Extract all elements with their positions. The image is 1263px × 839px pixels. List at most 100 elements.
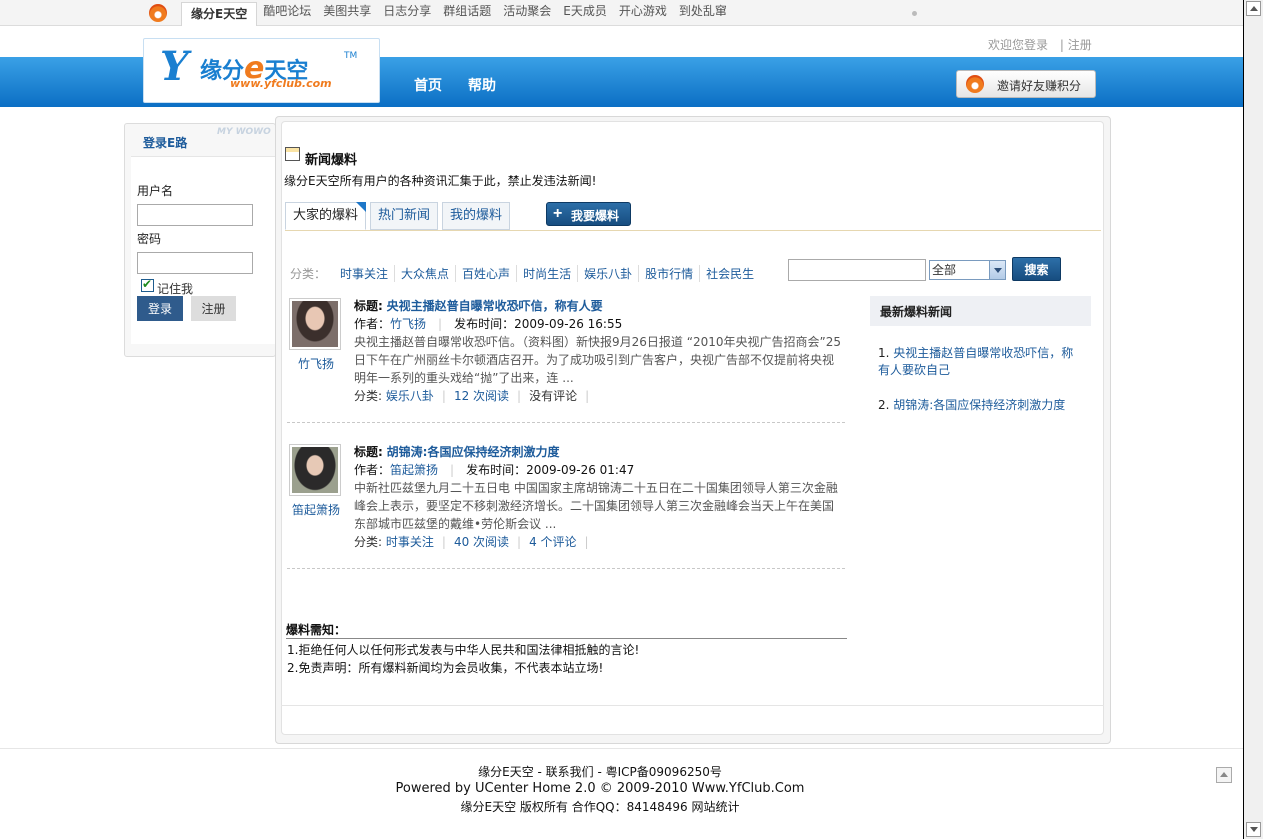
page-description: 缘分E天空所有用户的各种资讯汇集于此，禁止发违法新闻! xyxy=(284,174,597,188)
category-link[interactable]: 百姓心声 xyxy=(455,265,516,282)
plus-icon: + xyxy=(553,205,563,222)
back-to-top-icon[interactable] xyxy=(1216,767,1232,783)
news-title-link[interactable]: 胡锦涛:各国应保持经济刺激力度 xyxy=(387,445,560,459)
chevron-down-icon xyxy=(989,261,1005,279)
scroll-down-icon[interactable] xyxy=(1246,822,1261,837)
latest-news-header: 最新爆料新闻 xyxy=(870,296,1091,326)
comment-count: 没有评论 xyxy=(529,389,578,403)
logo-swoosh-icon: Y xyxy=(160,43,189,90)
top-tab-members[interactable]: E天成员 xyxy=(557,0,613,24)
latest-news-list: 1. 央视主播赵普自曝常收恐吓信，称有人要砍自己 2. 胡锦涛:各国应保持经济刺… xyxy=(878,345,1083,432)
tab-hot-news[interactable]: 热门新闻 xyxy=(370,202,439,230)
tab-divider xyxy=(285,230,1101,231)
invite-friends-button[interactable]: 邀请好友赚积分 xyxy=(956,70,1096,98)
footer-line-2: Powered by UCenter Home 2.0 © 2009-2010 … xyxy=(395,781,805,796)
read-count-link[interactable]: 40 次阅读 xyxy=(454,535,509,549)
tab-my-news[interactable]: 我的爆料 xyxy=(442,202,511,230)
notice-divider xyxy=(286,638,847,639)
notice-title: 爆料需知： xyxy=(286,623,347,637)
login-panel-title: 登录E路 xyxy=(143,136,188,150)
avatar-author-link[interactable]: 竹飞扬 xyxy=(287,355,345,372)
latest-news-title: 最新爆料新闻 xyxy=(880,305,953,319)
latest-news-link[interactable]: 央视主播赵普自曝常收恐吓信，称有人要砍自己 xyxy=(878,346,1073,377)
author-label: 作者： xyxy=(354,317,391,331)
author-link[interactable]: 笛起箫扬 xyxy=(390,463,438,477)
category-select[interactable]: 全部 xyxy=(929,260,1006,280)
logo-trademark: TM xyxy=(344,51,358,61)
register-link[interactable]: | 注册 xyxy=(1060,38,1092,52)
category-link[interactable]: 娱乐八卦 xyxy=(577,265,638,282)
loading-dot xyxy=(912,11,917,16)
top-tab-forum[interactable]: 酷吧论坛 xyxy=(257,0,317,24)
page-title: 新闻爆料 xyxy=(305,153,358,168)
notice-line: 1.拒绝任何人以任何形式发表与中华人民共和国法律相抵触的言论! xyxy=(287,643,640,657)
title-label: 标题: xyxy=(354,445,383,459)
top-tabs: 缘分E天空 酷吧论坛 美图共享 日志分享 群组话题 活动聚会 E天成员 开心游戏… xyxy=(181,0,733,26)
read-count-link[interactable]: 12 次阅读 xyxy=(454,389,509,403)
comment-count-link[interactable]: 4 个评论 xyxy=(529,535,576,549)
top-tab-home[interactable]: 缘分E天空 xyxy=(181,2,258,26)
search-input[interactable] xyxy=(788,259,926,281)
password-input[interactable] xyxy=(137,252,253,274)
content-bottom-line xyxy=(281,705,1104,706)
category-label: 分类: xyxy=(354,389,383,403)
notice-line: 2.免责声明：所有爆料新闻均为会员收集，不代表本站立场! xyxy=(287,661,604,675)
post-news-button[interactable]: + 我要爆料 xyxy=(546,202,631,226)
footer-line-1: 缘分E天空 - 联系我们 - 粤ICP备09096250号 xyxy=(478,765,722,779)
top-tab-photos[interactable]: 美图共享 xyxy=(317,0,377,24)
main-navigation: 首页 帮助 xyxy=(414,75,496,95)
avatar-author-link[interactable]: 笛起箫扬 xyxy=(287,501,345,518)
top-tab-blogs[interactable]: 日志分享 xyxy=(377,0,437,24)
login-button[interactable]: 登录 xyxy=(137,296,183,321)
news-category-link[interactable]: 时事关注 xyxy=(386,535,434,549)
avatar[interactable] xyxy=(289,444,341,496)
login-panel: 登录E路 MY WOWO 用户名 密码 记住我 登录 注册 xyxy=(124,123,277,357)
category-link[interactable]: 时事关注 xyxy=(334,265,394,282)
author-link[interactable]: 竹飞扬 xyxy=(390,317,426,331)
top-tab-games[interactable]: 开心游戏 xyxy=(613,0,673,24)
news-tabs: 大家的爆料 热门新闻 我的爆料 xyxy=(285,202,511,230)
author-label: 作者： xyxy=(354,463,391,477)
category-filter-bar: 分类： 时事关注 大众焦点 百姓心声 时尚生活 娱乐八卦 股市行情 社会民生 xyxy=(290,265,760,282)
username-label: 用户名 xyxy=(137,184,174,198)
vertical-scrollbar[interactable] xyxy=(1243,0,1263,839)
site-logo[interactable]: Y 缘分e天空 TM www.yfclub.com xyxy=(143,38,380,103)
remember-me-label: 记住我 xyxy=(157,282,194,296)
news-divider xyxy=(287,422,845,423)
category-label: 分类： xyxy=(290,267,327,281)
tab-everyone-news[interactable]: 大家的爆料 xyxy=(285,202,367,230)
category-link[interactable]: 时尚生活 xyxy=(516,265,577,282)
category-select-value: 全部 xyxy=(932,263,957,277)
news-divider xyxy=(287,568,845,569)
category-link[interactable]: 社会民生 xyxy=(699,265,760,282)
list-item: 2. 胡锦涛:各国应保持经济刺激力度 xyxy=(878,398,1066,412)
publish-time: 2009-09-26 16:55 xyxy=(514,317,623,331)
footer: 缘分E天空 - 联系我们 - 粤ICP备09096250号 Powered by… xyxy=(0,749,1243,839)
latest-news-link[interactable]: 胡锦涛:各国应保持经济刺激力度 xyxy=(893,398,1065,412)
search-button[interactable]: 搜索 xyxy=(1012,257,1061,281)
top-tab-groups[interactable]: 群组话题 xyxy=(437,0,497,24)
scroll-up-icon[interactable] xyxy=(1246,1,1261,16)
login-form: 用户名 密码 记住我 登录 注册 xyxy=(131,156,277,344)
category-link[interactable]: 股市行情 xyxy=(638,265,699,282)
login-link[interactable]: 欢迎您登录 xyxy=(988,38,1048,52)
news-category-link[interactable]: 娱乐八卦 xyxy=(386,389,434,403)
top-tab-events[interactable]: 活动聚会 xyxy=(497,0,557,24)
login-links: 欢迎您登录 | 注册 xyxy=(988,36,1092,53)
nav-home[interactable]: 首页 xyxy=(414,75,442,95)
page-icon xyxy=(285,147,300,161)
avatar[interactable] xyxy=(289,298,341,350)
nav-help[interactable]: 帮助 xyxy=(468,75,496,95)
top-tab-random[interactable]: 到处乱窜 xyxy=(673,0,733,24)
category-link[interactable]: 大众焦点 xyxy=(394,265,455,282)
logo-url: www.yfclub.com xyxy=(230,77,332,90)
time-label: 发布时间： xyxy=(454,317,515,331)
register-button[interactable]: 注册 xyxy=(191,296,236,321)
news-title-link[interactable]: 央视主播赵普自曝常收恐吓信，称有人要 xyxy=(387,299,603,313)
flame-icon xyxy=(966,75,984,93)
remember-me-checkbox[interactable] xyxy=(141,277,154,292)
site-flame-icon[interactable] xyxy=(149,4,167,22)
password-label: 密码 xyxy=(137,232,162,246)
news-body: 标题: 胡锦涛:各国应保持经济刺激力度 作者：笛起箫扬 | 发布时间：2009-09… xyxy=(354,443,844,551)
username-input[interactable] xyxy=(137,204,253,226)
